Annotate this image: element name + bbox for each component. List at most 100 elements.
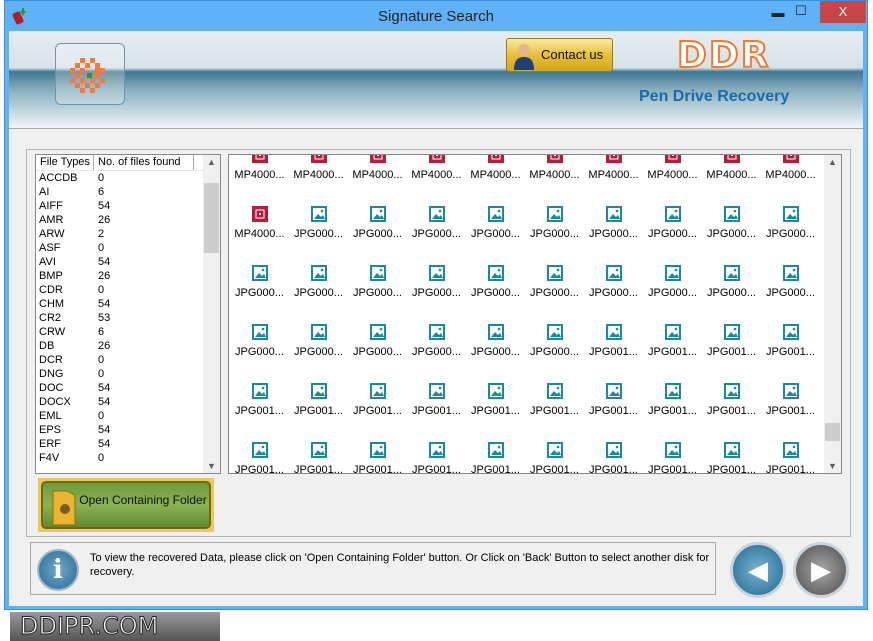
- file-item[interactable]: JPG000...: [584, 206, 643, 246]
- file-item[interactable]: MP4000...: [584, 155, 643, 187]
- scroll-up-icon[interactable]: ▲: [824, 157, 841, 167]
- file-item[interactable]: JPG000...: [702, 265, 761, 305]
- file-item[interactable]: JPG001...: [643, 324, 702, 364]
- file-item[interactable]: JPG001...: [525, 383, 584, 423]
- file-item[interactable]: MP4000...: [643, 155, 702, 187]
- file-item[interactable]: JPG000...: [643, 265, 702, 305]
- list-row[interactable]: CRW 6: [36, 325, 220, 339]
- file-item[interactable]: JPG000...: [584, 265, 643, 305]
- list-row[interactable]: CDR 0: [36, 283, 220, 297]
- file-item[interactable]: JPG001...: [761, 383, 820, 423]
- file-item[interactable]: JPG001...: [230, 442, 289, 473]
- list-row[interactable]: AIFF 54: [36, 199, 220, 213]
- file-item[interactable]: JPG000...: [525, 265, 584, 305]
- scroll-down-icon[interactable]: ▼: [824, 461, 841, 471]
- file-item[interactable]: JPG001...: [761, 442, 820, 473]
- file-item[interactable]: JPG000...: [761, 265, 820, 305]
- back-button[interactable]: ◀: [730, 542, 786, 598]
- file-item[interactable]: JPG001...: [407, 383, 466, 423]
- file-item[interactable]: JPG001...: [643, 442, 702, 473]
- file-item[interactable]: JPG001...: [466, 442, 525, 473]
- list-row[interactable]: ERF 54: [36, 437, 220, 451]
- minimize-button[interactable]: ▬: [767, 5, 789, 27]
- contact-us-button[interactable]: Contact us: [506, 38, 613, 72]
- list-row[interactable]: DB 26: [36, 339, 220, 353]
- file-item[interactable]: JPG000...: [761, 206, 820, 246]
- file-item[interactable]: MP4000...: [702, 155, 761, 187]
- file-item[interactable]: MP4000...: [230, 206, 289, 246]
- file-item[interactable]: JPG000...: [407, 324, 466, 364]
- file-item[interactable]: JPG000...: [348, 265, 407, 305]
- list-row[interactable]: AMR 26: [36, 213, 220, 227]
- list-row[interactable]: ACCDB 0: [36, 171, 220, 185]
- file-item[interactable]: JPG001...: [702, 442, 761, 473]
- list-row[interactable]: DNG 0: [36, 367, 220, 381]
- list-row[interactable]: CHM 54: [36, 297, 220, 311]
- list-row[interactable]: ARW 2: [36, 227, 220, 241]
- close-button[interactable]: X: [820, 1, 866, 23]
- file-item[interactable]: JPG000...: [466, 206, 525, 246]
- file-item[interactable]: JPG001...: [702, 324, 761, 364]
- file-item[interactable]: JPG000...: [230, 265, 289, 305]
- list-row[interactable]: ASF 0: [36, 241, 220, 255]
- file-item[interactable]: JPG001...: [643, 383, 702, 423]
- open-containing-folder-button[interactable]: Open Containing Folder: [38, 478, 214, 532]
- file-item[interactable]: JPG001...: [407, 442, 466, 473]
- list-row[interactable]: BMP 26: [36, 269, 220, 283]
- file-item[interactable]: JPG000...: [407, 206, 466, 246]
- maximize-button[interactable]: ☐: [790, 3, 812, 25]
- file-item[interactable]: JPG001...: [289, 383, 348, 423]
- recovered-files-view[interactable]: MP4000... MP4000... MP4000... MP4000... MP40…: [228, 154, 842, 474]
- list-row[interactable]: AVI 54: [36, 255, 220, 269]
- file-item[interactable]: JPG001...: [289, 442, 348, 473]
- file-item[interactable]: MP4000...: [407, 155, 466, 187]
- list-scrollbar[interactable]: ▲ ▼: [203, 155, 220, 473]
- list-row[interactable]: DCR 0: [36, 353, 220, 367]
- scroll-up-icon[interactable]: ▲: [203, 157, 220, 167]
- list-row[interactable]: F4V 0: [36, 451, 220, 465]
- file-item[interactable]: JPG000...: [466, 265, 525, 305]
- file-item[interactable]: JPG001...: [525, 442, 584, 473]
- next-button[interactable]: ▶: [793, 542, 849, 598]
- file-item[interactable]: JPG001...: [584, 442, 643, 473]
- file-item[interactable]: JPG000...: [525, 324, 584, 364]
- file-item[interactable]: JPG000...: [289, 265, 348, 305]
- file-item[interactable]: MP4000...: [525, 155, 584, 187]
- list-row[interactable]: AI 6: [36, 185, 220, 199]
- file-item[interactable]: MP4000...: [289, 155, 348, 187]
- list-row[interactable]: CR2 53: [36, 311, 220, 325]
- file-item[interactable]: JPG000...: [643, 206, 702, 246]
- file-item[interactable]: JPG001...: [230, 383, 289, 423]
- file-item[interactable]: MP4000...: [761, 155, 820, 187]
- file-item[interactable]: JPG000...: [230, 324, 289, 364]
- scroll-down-icon[interactable]: ▼: [203, 461, 220, 471]
- file-item[interactable]: JPG001...: [348, 442, 407, 473]
- file-item[interactable]: JPG001...: [584, 324, 643, 364]
- file-item[interactable]: JPG001...: [466, 383, 525, 423]
- file-item[interactable]: JPG000...: [289, 206, 348, 246]
- file-item[interactable]: JPG001...: [584, 383, 643, 423]
- column-header-count[interactable]: No. of files found: [94, 155, 194, 170]
- files-scrollbar[interactable]: ▲ ▼: [824, 155, 841, 473]
- file-item[interactable]: JPG000...: [525, 206, 584, 246]
- list-row[interactable]: EML 0: [36, 409, 220, 423]
- file-item[interactable]: JPG000...: [289, 324, 348, 364]
- file-item[interactable]: JPG001...: [761, 324, 820, 364]
- file-item[interactable]: MP4000...: [348, 155, 407, 187]
- list-row[interactable]: DOCX 54: [36, 395, 220, 409]
- file-item[interactable]: MP4000...: [230, 155, 289, 187]
- file-item[interactable]: JPG000...: [466, 324, 525, 364]
- file-item[interactable]: MP4000...: [466, 155, 525, 187]
- file-item[interactable]: JPG000...: [702, 206, 761, 246]
- file-item[interactable]: JPG000...: [407, 265, 466, 305]
- list-scroll-thumb[interactable]: [204, 183, 219, 253]
- list-row[interactable]: DOC 54: [36, 381, 220, 395]
- list-row[interactable]: EPS 54: [36, 423, 220, 437]
- file-item[interactable]: JPG001...: [702, 383, 761, 423]
- file-item[interactable]: JPG001...: [348, 383, 407, 423]
- column-header-file-types[interactable]: File Types: [36, 155, 94, 170]
- file-types-list[interactable]: File Types No. of files found ACCDB 0 AI 6 A…: [35, 154, 221, 474]
- files-scroll-thumb[interactable]: [825, 423, 840, 441]
- file-item[interactable]: JPG000...: [348, 206, 407, 246]
- file-item[interactable]: JPG000...: [348, 324, 407, 364]
